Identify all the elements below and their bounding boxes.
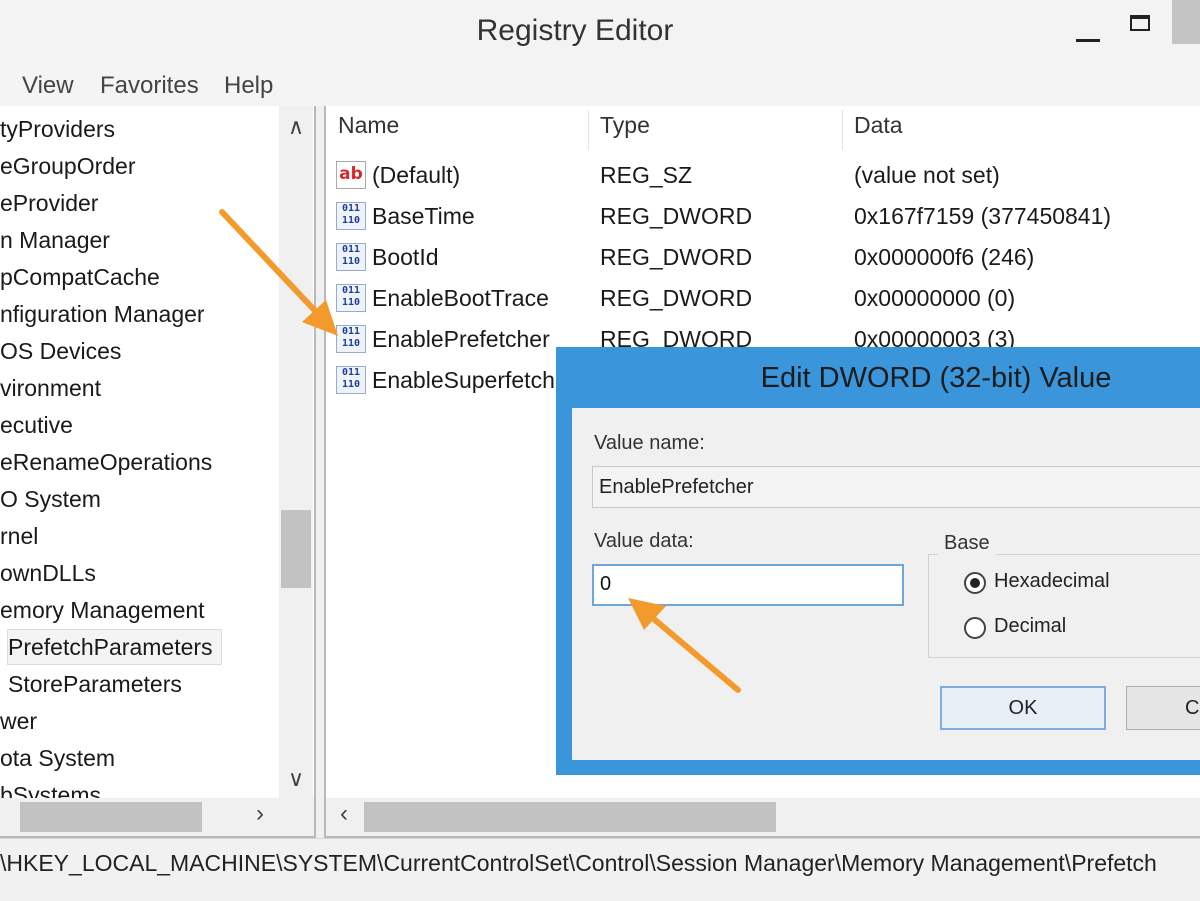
menu-favorites[interactable]: Favorites <box>100 72 199 100</box>
value-name[interactable]: EnableSuperfetch <box>372 367 555 394</box>
tree-item[interactable]: vironment <box>0 371 101 405</box>
column-divider[interactable] <box>842 110 843 150</box>
dword-value-icon: 011 110 <box>336 325 366 353</box>
tree-vertical-scrollbar[interactable] <box>279 106 313 798</box>
maximize-icon <box>1130 15 1150 31</box>
registry-tree: tyProviders eGroupOrder eProvider n Manager… <box>0 106 316 838</box>
tree-item[interactable]: tyProviders <box>0 112 115 146</box>
tree-scroll-thumb[interactable] <box>281 510 311 588</box>
registry-path: \HKEY_LOCAL_MACHINE\SYSTEM\CurrentContro… <box>0 850 1157 876</box>
string-value-icon: ab <box>336 161 366 189</box>
value-type: REG_DWORD <box>600 285 753 311</box>
value-type: REG_SZ <box>600 162 693 188</box>
menu-bar: View Favorites Help <box>0 66 1200 106</box>
dword-value-icon: 011 110 <box>336 284 366 312</box>
value-data: 0x167f7159 (377450841) <box>854 203 1112 229</box>
maximize-button[interactable] <box>1118 8 1162 52</box>
value-name-field[interactable]: EnablePrefetcher <box>592 466 1200 508</box>
tree-item[interactable]: n Manager <box>0 223 110 257</box>
value-name[interactable]: EnablePrefetcher <box>372 326 550 353</box>
value-name-label: Value name: <box>594 432 705 454</box>
column-divider[interactable] <box>588 110 589 150</box>
tree-item[interactable]: eRenameOperations <box>0 445 212 479</box>
tree-item[interactable]: ota System <box>0 741 115 775</box>
tree-hscroll-thumb[interactable] <box>20 802 202 832</box>
tree-item[interactable]: pCompatCache <box>0 260 160 294</box>
cancel-button[interactable]: Ca <box>1126 686 1200 730</box>
column-header-data[interactable]: Data <box>854 112 903 139</box>
menu-view[interactable]: View <box>22 72 74 100</box>
minimize-button[interactable] <box>1066 10 1110 54</box>
hexadecimal-label[interactable]: Hexadecimal <box>994 570 1110 593</box>
value-data: 0x00000000 (0) <box>854 285 1016 311</box>
column-header-type[interactable]: Type <box>600 112 650 139</box>
dword-value-icon: 011 110 <box>336 366 366 394</box>
dword-value-icon: 011 110 <box>336 202 366 230</box>
scroll-down-icon[interactable]: ∨ <box>283 766 309 792</box>
value-name[interactable]: BootId <box>372 244 439 271</box>
tree-item[interactable]: PrefetchParameters <box>7 629 222 665</box>
value-name[interactable]: BaseTime <box>372 203 475 230</box>
tree-item[interactable]: wer <box>0 704 37 738</box>
decimal-radio[interactable] <box>964 617 986 639</box>
close-button[interactable] <box>1172 0 1200 44</box>
scroll-left-icon[interactable]: ‹ <box>330 800 358 832</box>
tree-item[interactable]: emory Management <box>0 593 205 627</box>
value-data: (value not set) <box>854 162 1000 188</box>
dialog-title: Edit DWORD (32-bit) Value <box>760 362 1112 394</box>
column-header-name[interactable]: Name <box>338 112 399 139</box>
tree-item[interactable]: OS Devices <box>0 334 121 368</box>
value-data-label: Value data: <box>594 530 694 552</box>
hexadecimal-radio[interactable] <box>964 572 986 594</box>
values-hscroll-thumb[interactable] <box>364 802 776 832</box>
minimize-icon <box>1076 39 1100 42</box>
tree-item[interactable]: eProvider <box>0 186 98 220</box>
tree-item[interactable]: O System <box>0 482 101 516</box>
scroll-right-icon[interactable]: › <box>246 800 274 832</box>
decimal-label[interactable]: Decimal <box>994 615 1066 638</box>
value-name[interactable]: EnableBootTrace <box>372 285 549 312</box>
ok-button[interactable]: OK <box>940 686 1106 730</box>
value-type: REG_DWORD <box>600 203 753 229</box>
dword-value-icon: 011 110 <box>336 243 366 271</box>
menu-help[interactable]: Help <box>224 72 273 100</box>
tree-item[interactable]: nfiguration Manager <box>0 297 205 331</box>
base-label: Base <box>938 532 996 555</box>
tree-item[interactable]: ecutive <box>0 408 73 442</box>
value-data: 0x000000f6 (246) <box>854 244 1035 270</box>
tree-item[interactable]: eGroupOrder <box>0 149 136 183</box>
value-data-input[interactable]: 0 <box>592 564 904 606</box>
scroll-up-icon[interactable]: ∧ <box>283 114 309 140</box>
value-name[interactable]: (Default) <box>372 162 460 189</box>
tree-item[interactable]: rnel <box>0 519 38 553</box>
value-type: REG_DWORD <box>600 244 753 270</box>
tree-item[interactable]: StoreParameters <box>8 667 182 701</box>
tree-item[interactable]: ownDLLs <box>0 556 96 590</box>
window-title: Registry Editor <box>476 14 674 47</box>
